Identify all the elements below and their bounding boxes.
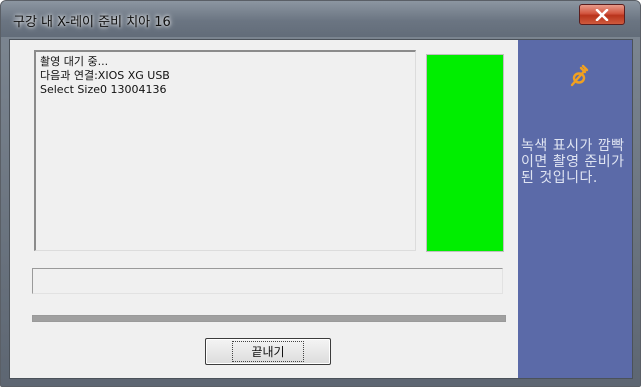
title-bar[interactable]: 구강 내 X-레이 준비 치아 16: [1, 1, 640, 37]
log-panel: 촬영 대기 중... 다음과 연결:XIOS XG USB Select Siz…: [34, 50, 416, 251]
exit-button-label: 끝내기: [232, 341, 304, 362]
close-icon: [595, 8, 609, 21]
progress-bar: [32, 315, 506, 322]
dialog-client-area: 촬영 대기 중... 다음과 연결:XIOS XG USB Select Siz…: [9, 39, 633, 379]
close-button[interactable]: [579, 4, 625, 25]
log-line-connection: 다음과 연결:XIOS XG USB: [40, 69, 170, 82]
status-field: [32, 268, 503, 294]
exit-button[interactable]: 끝내기: [205, 338, 331, 365]
log-line-waiting: 촬영 대기 중...: [40, 55, 109, 68]
side-panel-message: 녹색 표시가 깜빡이면 촬영 준비가 된 것입니다.: [521, 138, 625, 186]
window-title: 구강 내 X-레이 준비 치아 16: [13, 15, 171, 30]
side-panel: 녹색 표시가 깜빡이면 촬영 준비가 된 것입니다.: [518, 40, 632, 378]
progress-fill: [33, 316, 505, 321]
log-line-size: Select Size0 13004136: [40, 83, 167, 96]
plug-icon: [570, 64, 589, 87]
dialog-window: 구강 내 X-레이 준비 치아 16 촬영 대기 중... 다음과 연결:XIO…: [0, 0, 641, 387]
ready-indicator: [426, 54, 504, 252]
